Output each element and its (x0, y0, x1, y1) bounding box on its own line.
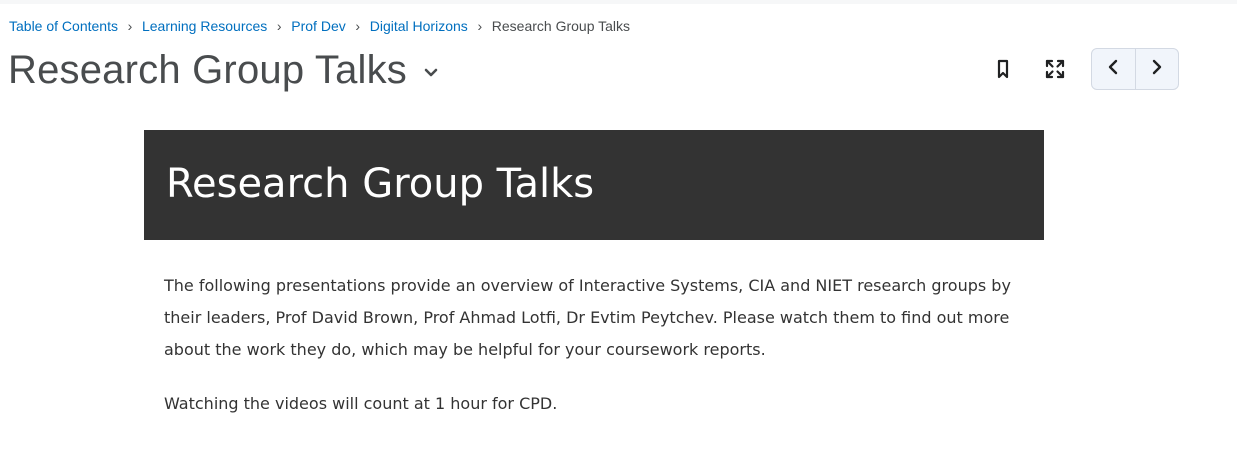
intro-line-2: their leaders, Prof David Brown, Prof Ah… (164, 308, 1010, 327)
top-strip (0, 0, 1237, 4)
cpd-paragraph: Watching the videos will count at 1 hour… (164, 394, 558, 413)
next-topic-button[interactable] (1134, 49, 1179, 89)
intro-line-1: The following presentations provide an o… (164, 276, 1011, 295)
page-title: Research Group Talks (8, 48, 407, 92)
topic-navigation (1091, 48, 1179, 90)
intro-paragraph: The following presentations provide an o… (164, 270, 1034, 366)
chevron-right-icon (1151, 59, 1163, 80)
intro-line-3: about the work they do, which may be hel… (164, 340, 766, 359)
breadcrumb-separator: › (127, 18, 133, 34)
chevron-left-icon (1107, 59, 1119, 80)
chevron-down-icon[interactable] (421, 63, 441, 83)
banner-title: Research Group Talks (166, 161, 595, 207)
breadcrumb-separator: › (355, 18, 361, 34)
breadcrumb: Table of Contents › Learning Resources ›… (9, 18, 630, 34)
previous-topic-button[interactable] (1092, 49, 1135, 89)
breadcrumb-separator: › (477, 18, 483, 34)
content-body: The following presentations provide an o… (164, 270, 1034, 420)
breadcrumb-separator: › (276, 18, 282, 34)
breadcrumb-prof-dev[interactable]: Prof Dev (291, 18, 345, 34)
fullscreen-icon[interactable] (1042, 56, 1068, 82)
breadcrumb-digital-horizons[interactable]: Digital Horizons (370, 18, 468, 34)
breadcrumb-table-of-contents[interactable]: Table of Contents (9, 18, 118, 34)
page-title-row: Research Group Talks (8, 44, 441, 96)
breadcrumb-current: Research Group Talks (491, 18, 631, 34)
bookmark-icon[interactable] (990, 56, 1016, 82)
content-banner: Research Group Talks (144, 130, 1044, 240)
breadcrumb-learning-resources[interactable]: Learning Resources (142, 18, 267, 34)
